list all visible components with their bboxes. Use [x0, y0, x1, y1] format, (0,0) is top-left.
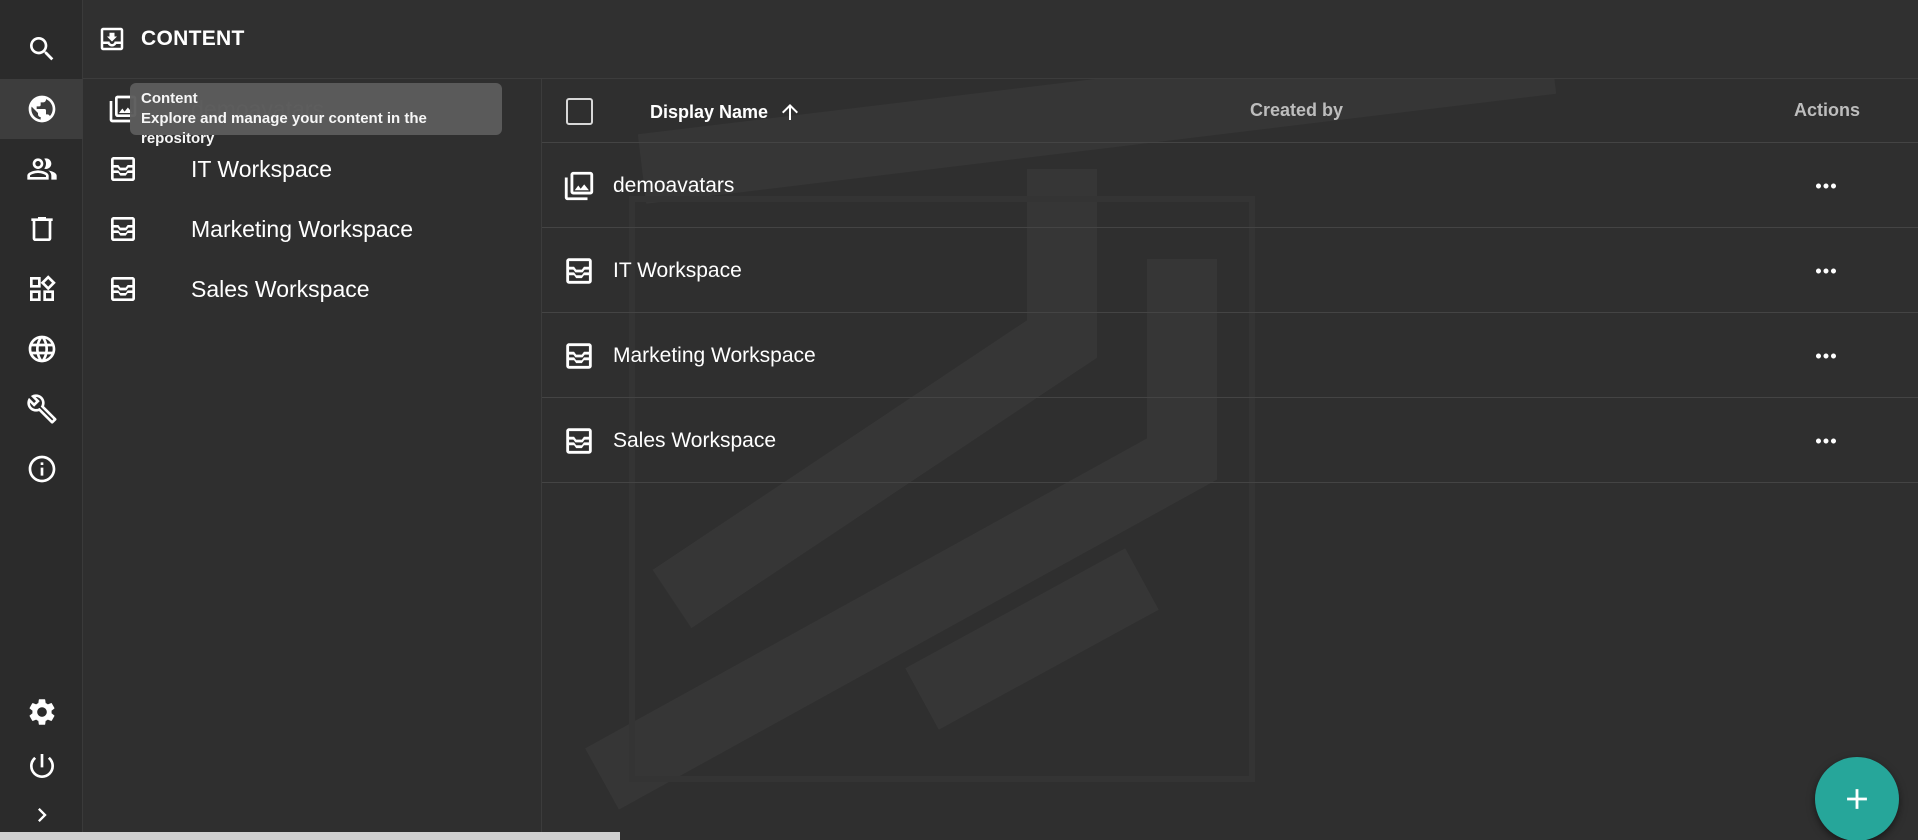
status-bar: [0, 832, 620, 840]
row-display-name: demoavatars: [613, 174, 735, 197]
search-icon: [29, 37, 53, 61]
column-header-label: Display Name: [650, 101, 769, 122]
table-row[interactable]: demoavatars: [542, 143, 1918, 228]
column-header-actions: Actions: [1794, 100, 1861, 120]
inbox-tray-icon: [107, 153, 139, 185]
power-icon: [29, 754, 54, 778]
row-display-name: Sales Workspace: [613, 429, 777, 452]
users-button[interactable]: [0, 139, 83, 199]
tree-item-label: Marketing Workspace: [191, 215, 413, 242]
tooltip-text: Explore and manage your content in the r…: [141, 110, 427, 147]
inbox-tray-icon: [562, 339, 596, 373]
plus-icon: [1847, 789, 1867, 809]
tooltip: Content Explore and manage your content …: [130, 83, 502, 147]
tree-item-label: Sales Workspace: [191, 275, 370, 302]
select-all-checkbox[interactable]: [566, 98, 593, 125]
more-actions-button[interactable]: [1808, 253, 1844, 289]
trash-button[interactable]: [0, 199, 83, 259]
tree-item-marketing-workspace[interactable]: Marketing Workspace: [83, 199, 542, 259]
more-actions-button[interactable]: [1808, 423, 1844, 459]
grid-header: Display Name Created by Actions: [542, 79, 1918, 143]
people-icon: [26, 158, 57, 180]
inbox-tray-icon: [562, 424, 596, 458]
content-grid: Display Name Created by Actions demoavat…: [542, 79, 1918, 840]
settings-button[interactable]: [0, 682, 83, 742]
gear-icon: [29, 699, 54, 725]
row-display-name: IT Workspace: [613, 259, 742, 282]
search-button[interactable]: [0, 19, 83, 79]
widgets-icon: [29, 275, 56, 301]
row-display-name: Marketing Workspace: [613, 344, 816, 367]
more-horizontal-icon: [1816, 438, 1836, 444]
tree-item-label: IT Workspace: [191, 155, 333, 182]
logout-button[interactable]: [0, 736, 83, 796]
language-icon: [28, 335, 55, 363]
content-tree: demoavatars IT Workspace Marketing Works…: [83, 79, 542, 840]
column-header-display-name[interactable]: Display Name: [650, 100, 802, 124]
more-actions-button[interactable]: [1808, 168, 1844, 204]
content-button[interactable]: [0, 79, 83, 139]
add-content-button[interactable]: [1815, 757, 1899, 840]
localization-button[interactable]: [0, 319, 83, 379]
arrow-up-icon: [782, 104, 799, 120]
globe-icon: [28, 95, 55, 123]
page-title: CONTENT: [141, 27, 245, 50]
wrench-icon: [26, 394, 57, 424]
more-horizontal-icon: [1816, 268, 1836, 274]
image-library-icon: [562, 169, 596, 203]
info-icon: [28, 455, 55, 483]
apps-button[interactable]: [0, 259, 83, 319]
more-actions-button[interactable]: [1808, 338, 1844, 374]
chevron-right-icon: [37, 808, 47, 822]
tooltip-title: Content: [141, 90, 198, 107]
inbox-tray-icon: [100, 27, 124, 51]
more-horizontal-icon: [1816, 183, 1836, 189]
column-header-created-by[interactable]: Created by: [1250, 100, 1343, 121]
table-row[interactable]: IT Workspace: [542, 228, 1918, 313]
more-horizontal-icon: [1816, 353, 1836, 359]
tree-item-sales-workspace[interactable]: Sales Workspace: [83, 259, 542, 319]
inbox-tray-icon: [107, 213, 139, 245]
table-row[interactable]: Marketing Workspace: [542, 313, 1918, 398]
table-row[interactable]: Sales Workspace: [542, 398, 1918, 483]
side-rail: [0, 0, 83, 840]
about-button[interactable]: [0, 439, 83, 499]
trash-icon: [30, 217, 53, 241]
page-header: CONTENT: [83, 0, 1918, 79]
inbox-tray-icon: [107, 273, 139, 305]
setup-button[interactable]: [0, 379, 83, 439]
inbox-tray-icon: [562, 254, 596, 288]
